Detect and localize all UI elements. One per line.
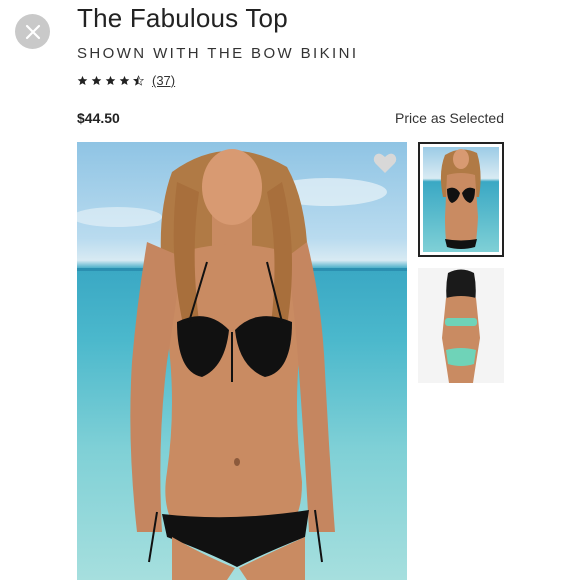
thumbnail-back-image: [442, 269, 480, 383]
heart-icon[interactable]: [373, 152, 397, 174]
product-subtitle: SHOWN WITH THE BOW BIKINI: [77, 45, 359, 62]
star-icon: [77, 75, 88, 86]
star-icon: [119, 75, 130, 86]
star-icon: [105, 75, 116, 86]
star-rating: [77, 75, 144, 86]
close-button[interactable]: [15, 14, 50, 49]
thumbnail-back[interactable]: [418, 268, 504, 383]
price-note: Price as Selected: [395, 110, 504, 126]
thumbnail-front[interactable]: [418, 142, 504, 257]
model-illustration: [77, 149, 407, 580]
rating-row: (37): [77, 73, 175, 88]
product-price: $44.50: [77, 110, 120, 126]
review-count-link[interactable]: (37): [152, 73, 175, 88]
close-icon: [25, 24, 40, 39]
thumbnail-front-image: [440, 149, 481, 249]
main-product-image[interactable]: [77, 142, 407, 580]
half-star-icon: [133, 75, 144, 86]
star-icon: [91, 75, 102, 86]
product-title: The Fabulous Top: [77, 3, 288, 33]
